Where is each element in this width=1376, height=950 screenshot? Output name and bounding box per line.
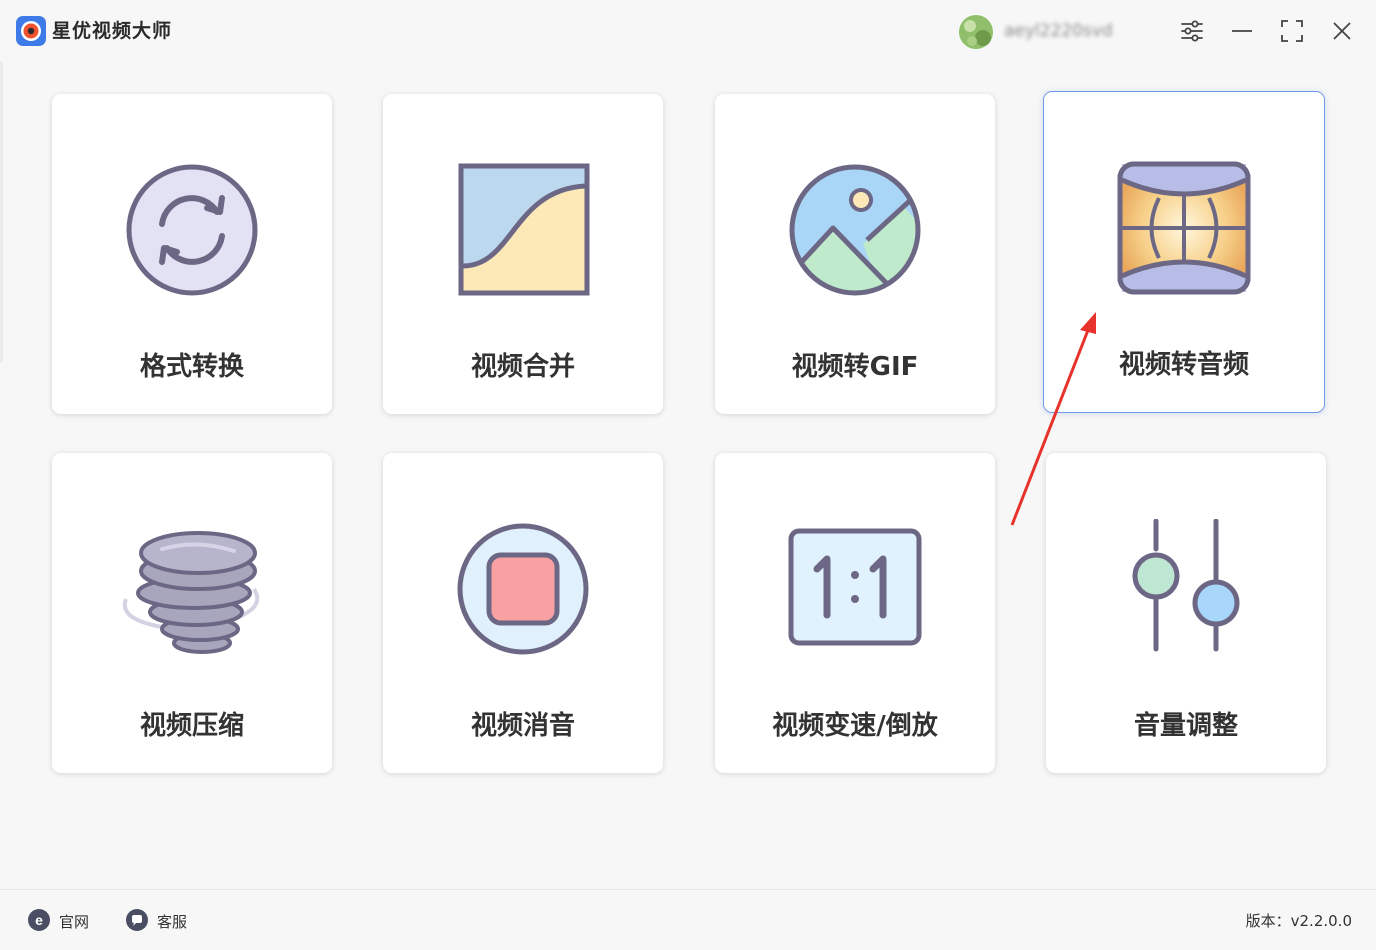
sliders-icon: [1132, 519, 1240, 652]
title-bar: 星优视频大师 aeyl2220svd: [0, 0, 1376, 62]
merge-panel-icon: [458, 163, 590, 296]
card-video-to-gif[interactable]: 视频转GIF: [715, 94, 995, 414]
audio-film-icon: [1117, 161, 1251, 295]
ratio-1-1-icon: [788, 528, 922, 646]
card-format-convert[interactable]: 格式转换: [52, 94, 332, 414]
app-title: 星优视频大师: [52, 20, 173, 42]
username: aeyl2220svd: [1004, 21, 1113, 41]
minimize-icon: [1232, 30, 1252, 32]
card-label: 视频消音: [470, 711, 575, 741]
card-video-merge[interactable]: 视频合并: [383, 94, 663, 414]
support-label: 客服: [157, 913, 188, 931]
card-label: 视频转音频: [1118, 350, 1249, 380]
settings-button[interactable]: [1177, 16, 1207, 46]
app-logo-icon: [16, 16, 46, 46]
card-label: 视频压缩: [139, 711, 244, 741]
svg-text:e: e: [35, 912, 43, 928]
minimize-button[interactable]: [1227, 16, 1257, 46]
version-label: 版本：v2.2.0.0: [1245, 912, 1352, 930]
mute-stop-icon: [457, 523, 589, 655]
refresh-circle-icon: [126, 164, 258, 296]
card-label: 音量调整: [1133, 711, 1238, 741]
card-video-compress[interactable]: 视频压缩: [52, 453, 332, 773]
maximize-icon: [1281, 20, 1303, 42]
close-button[interactable]: [1327, 16, 1357, 46]
browser-e-icon: e: [28, 909, 50, 931]
chat-bubble-icon: [126, 909, 148, 931]
settings-sliders-icon: [1181, 20, 1203, 42]
tornado-icon: [122, 531, 260, 654]
card-video-mute[interactable]: 视频消音: [383, 453, 663, 773]
card-video-to-audio[interactable]: 视频转音频: [1043, 91, 1325, 413]
close-icon: [1333, 22, 1351, 40]
card-label: 视频转GIF: [791, 352, 919, 382]
maximize-button[interactable]: [1277, 16, 1307, 46]
footer-divider: [0, 889, 1376, 890]
image-landscape-icon: [789, 164, 921, 296]
official-site-label: 官网: [59, 913, 90, 931]
card-label: 视频合并: [470, 352, 575, 382]
card-video-speed-reverse[interactable]: 视频变速/倒放: [715, 453, 995, 773]
card-label: 视频变速/倒放: [772, 711, 938, 741]
window-edge: [0, 62, 3, 362]
avatar[interactable]: [958, 14, 994, 50]
card-volume-adjust[interactable]: 音量调整: [1046, 453, 1326, 773]
card-label: 格式转换: [139, 352, 244, 382]
